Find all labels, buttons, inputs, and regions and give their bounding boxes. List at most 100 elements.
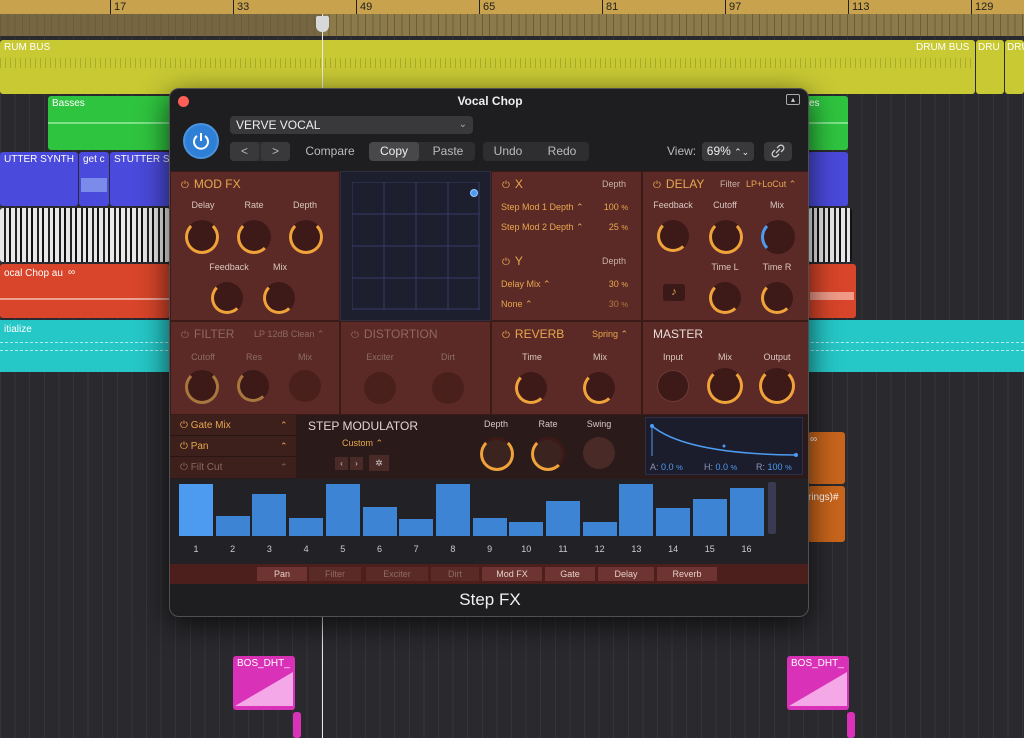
region-stutter-right[interactable] [808,152,848,206]
expand-icon[interactable]: ▴ [786,94,800,105]
step-target-3[interactable]: ⏻ Filt Cut ⌃ [170,457,296,478]
region-stutter-s[interactable]: STUTTER S [110,152,170,206]
y-param-2[interactable]: None ⌃ [501,299,533,310]
close-button[interactable] [178,96,189,107]
x-param-1[interactable]: Step Mod 1 Depth ⌃ [501,202,584,213]
region-drum-bus[interactable]: RUM BUS DRUM BUS [0,40,975,94]
region-orange-1[interactable]: ∞ [808,432,845,484]
power-icon[interactable]: ⏻ [502,257,510,268]
playhead-handle[interactable] [316,16,329,32]
step-sequencer[interactable]: 1 2 3 4 5 6 7 8 9 10 11 12 13 14 15 16 [170,479,808,564]
plugin-window[interactable]: Vocal Chop ▴ VERVE VOCAL ⌄ < > Compare C… [169,88,809,617]
tab-gate[interactable]: Gate [545,567,595,581]
region-dru-2[interactable]: DRU [1005,40,1024,94]
x-header[interactable]: ⏻ X [502,177,523,191]
y-value-2[interactable]: 30 % [592,299,628,309]
tab-delay[interactable]: Delay [598,567,654,581]
reverb-header[interactable]: ⏻ REVERB [502,327,564,341]
region-keys-right[interactable] [808,208,852,262]
step-bar[interactable] [656,508,691,536]
xy-pad[interactable] [340,171,491,321]
region-dru[interactable]: DRU [976,40,1004,94]
step-swing-knob[interactable] [583,437,615,469]
region-vocal-chop[interactable]: ocal Chop au ∞ [0,264,170,318]
power-icon[interactable]: ⏻ [181,180,189,191]
note-icon[interactable]: ♪ [663,284,685,301]
region-vocal-chop-right[interactable] [808,264,856,318]
envelope-display[interactable]: A: 0.0 % H: 0.0 % R: 100 % [645,417,803,475]
reverb-mix-knob[interactable] [583,372,615,404]
xy-puck[interactable] [470,189,478,197]
view-zoom-menu[interactable]: 69% ⌃⌄ [702,142,754,161]
region-keys[interactable] [0,208,170,262]
compare-button[interactable]: Compare [300,142,360,161]
step-bar[interactable] [399,519,434,536]
step-bar[interactable] [546,501,580,536]
step-next-button[interactable]: › [350,457,363,470]
undo-button[interactable]: Undo [483,142,533,161]
filter-mix-knob[interactable] [289,370,321,402]
master-input-knob[interactable] [657,370,689,402]
power-icon[interactable]: ⏻ [502,330,510,341]
step-bar[interactable] [582,522,617,536]
region-get-c[interactable]: get c [79,152,109,206]
step-bar[interactable] [289,518,324,536]
x-value-1[interactable]: 100 % [592,202,628,212]
paste-button[interactable]: Paste [421,142,475,161]
region-stutter-synth[interactable]: UTTER SYNTH [0,152,78,206]
distortion-header[interactable]: ⏻ DISTORTION [351,327,438,341]
env-hold[interactable]: H: 0.0 % [704,462,737,472]
redo-button[interactable]: Redo [535,142,589,161]
plugin-titlebar[interactable]: Vocal Chop [170,89,808,113]
step-bar[interactable] [619,484,654,536]
delay-header[interactable]: ⏻ DELAY [653,177,704,191]
env-attack[interactable]: A: 0.0 % [650,462,683,472]
delay-feedback-knob[interactable] [657,220,689,252]
step-prev-button[interactable]: ‹ [335,457,348,470]
y-header[interactable]: ⏻ Y [502,254,523,268]
x-value-2[interactable]: 25 % [592,222,628,232]
step-bar[interactable] [215,516,250,536]
y-param-1[interactable]: Delay Mix ⌃ [501,279,551,290]
region-bos-right[interactable]: BOS_DHT_ [787,656,849,710]
delay-timer-knob[interactable] [761,282,793,314]
previous-preset-button[interactable]: < [230,142,259,161]
gear-icon[interactable]: ✲ [369,455,389,471]
master-mix-knob[interactable] [707,368,743,404]
step-bar[interactable] [509,522,544,536]
modfx-rate-knob[interactable] [237,220,271,254]
filter-res-knob[interactable] [237,370,269,402]
region-bos-left[interactable]: BOS_DHT_ [233,656,295,710]
delay-filter-menu[interactable]: LP+LoCut ⌃ [746,179,796,190]
modfx-delay-knob[interactable] [185,220,219,254]
filter-cutoff-knob[interactable] [185,370,219,404]
step-scroll-handle[interactable] [768,482,776,534]
step-target-1[interactable]: ⏻ Gate Mix ⌃ [170,415,296,436]
reverb-type-menu[interactable]: Spring ⌃ [592,329,628,340]
tab-exciter[interactable]: Exciter [366,567,428,581]
distortion-dirt-knob[interactable] [432,372,464,404]
timeline-ruler[interactable]: 17 33 49 65 81 97 113 129 [0,0,1024,36]
step-bar[interactable] [362,507,397,536]
step-bar[interactable] [179,484,213,536]
delay-timel-knob[interactable] [709,282,741,314]
y-value-1[interactable]: 30 % [592,279,628,289]
reverb-time-knob[interactable] [515,372,547,404]
tab-filter[interactable]: Filter [309,567,361,581]
step-rate-knob[interactable] [531,437,565,471]
copy-button[interactable]: Copy [369,142,419,161]
step-bar[interactable] [435,484,470,536]
modfx-depth-knob[interactable] [289,220,323,254]
power-icon[interactable]: ⏻ [181,330,189,341]
power-icon[interactable]: ⏻ [351,330,359,341]
preset-menu[interactable]: VERVE VOCAL ⌄ [230,116,473,134]
region-bos-right-tail[interactable] [847,712,855,738]
step-bar[interactable] [692,499,727,536]
step-bar[interactable] [325,484,360,536]
filter-type-menu[interactable]: LP 12dB Clean ⌃ [254,329,324,340]
modfx-header[interactable]: ⏻ MOD FX [181,177,241,191]
tab-dirt[interactable]: Dirt [431,567,479,581]
env-release[interactable]: R: 100 % [756,462,792,472]
modfx-feedback-knob[interactable] [211,282,243,314]
tab-reverb[interactable]: Reverb [657,567,717,581]
